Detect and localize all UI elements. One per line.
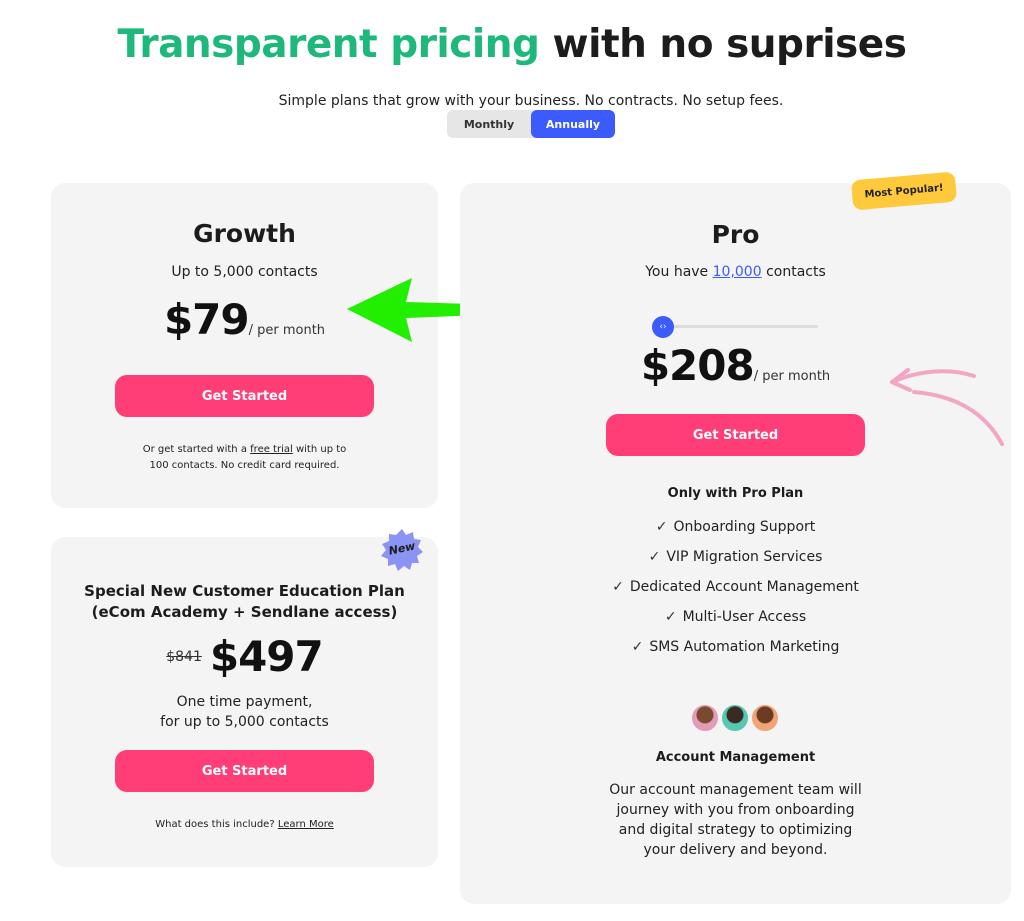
education-title-line2: (eCom Academy + Sendlane access) — [91, 603, 398, 621]
check-icon: ✓ — [664, 609, 677, 625]
growth-plan-card: Growth Up to 5,000 contacts $79/ per mon… — [51, 183, 438, 508]
feature-item: ✓ VIP Migration Services — [460, 549, 1011, 565]
pro-features-title: Only with Pro Plan — [667, 486, 804, 501]
education-desc-line1: One time payment, — [176, 694, 313, 710]
education-price: $497 — [209, 632, 324, 681]
contacts-slider-thumb[interactable]: ‹› — [652, 316, 674, 338]
education-footer-question: What does this include? — [155, 819, 275, 830]
check-icon: ✓ — [648, 549, 661, 565]
education-title-line1: Special New Customer Education Plan — [84, 582, 405, 600]
avatar — [750, 703, 780, 733]
free-trial-link[interactable]: free trial — [250, 444, 293, 455]
pro-plan-name: Pro — [711, 220, 760, 249]
billing-annually-option[interactable]: Annually — [531, 110, 615, 138]
account-management-description: Our account management team will journey… — [460, 780, 1011, 860]
slider-arrows-icon: ‹› — [659, 322, 667, 332]
pro-contacts-prefix: You have — [645, 264, 709, 280]
education-get-started-button[interactable]: Get Started — [115, 750, 374, 792]
check-icon: ✓ — [612, 579, 624, 595]
page-subtitle: Simple plans that grow with your busines… — [278, 93, 784, 109]
education-price-row: $841 $497 — [51, 632, 438, 681]
feature-label: Multi-User Access — [682, 609, 807, 625]
learn-more-link[interactable]: Learn More — [278, 819, 334, 830]
pink-arrow-annotation — [890, 368, 1004, 446]
page-title: Transparent pricing with no suprises — [0, 22, 1024, 67]
check-icon: ✓ — [655, 519, 668, 535]
account-management-title: Account Management — [655, 750, 816, 765]
growth-note-prefix: Or get started with a — [142, 444, 247, 455]
growth-plan-name: Growth — [193, 219, 296, 248]
pro-period: / per month — [753, 369, 831, 384]
education-desc-line2: for up to 5,000 contacts — [160, 714, 329, 730]
feature-item: ✓ SMS Automation Marketing — [460, 639, 1011, 655]
education-plan-title: Special New Customer Education Plan (eCo… — [51, 581, 438, 623]
feature-item: ✓ Onboarding Support — [460, 519, 1011, 535]
billing-monthly-option[interactable]: Monthly — [447, 110, 531, 138]
avatar — [720, 703, 750, 733]
growth-trial-note: Or get started with a free trial with up… — [51, 442, 438, 474]
feature-label: SMS Automation Marketing — [649, 639, 840, 655]
feature-label: Onboarding Support — [673, 519, 816, 535]
feature-label: Dedicated Account Management — [629, 579, 859, 595]
account-line: your delivery and beyond. — [643, 842, 828, 858]
growth-note-suffix: with up to — [295, 444, 347, 455]
new-badge: New — [380, 528, 424, 572]
account-line: journey with you from onboarding — [616, 802, 855, 818]
check-icon: ✓ — [631, 639, 644, 655]
education-footer: What does this include? Learn More — [51, 817, 438, 833]
pro-contacts-suffix: contacts — [766, 264, 826, 280]
growth-note-line2: 100 contacts. No credit card required. — [149, 460, 340, 471]
avatar — [690, 703, 720, 733]
pro-get-started-button[interactable]: Get Started — [606, 414, 865, 456]
education-plan-card: Special New Customer Education Plan (eCo… — [51, 537, 438, 867]
pro-plan-card: Pro You have 10,000 contacts $208/ per m… — [460, 183, 1011, 904]
growth-price: $79 — [163, 295, 250, 344]
account-line: and digital strategy to optimizing — [618, 822, 853, 838]
page-title-rest: with no suprises — [539, 22, 907, 67]
contacts-slider-track[interactable] — [663, 325, 818, 328]
pro-contacts: You have 10,000 contacts — [460, 264, 1011, 280]
feature-item: ✓ Multi-User Access — [460, 609, 1011, 625]
page-title-highlight: Transparent pricing — [117, 22, 540, 67]
education-description: One time payment, for up to 5,000 contac… — [51, 692, 438, 732]
billing-toggle[interactable]: Monthly Annually — [447, 110, 615, 138]
feature-label: VIP Migration Services — [666, 549, 823, 565]
feature-item: ✓ Dedicated Account Management — [460, 579, 1011, 595]
growth-get-started-button[interactable]: Get Started — [115, 375, 374, 417]
pro-contacts-value[interactable]: 10,000 — [713, 264, 762, 280]
account-line: Our account management team will — [609, 782, 862, 798]
education-old-price: $841 — [166, 649, 202, 665]
growth-period: / per month — [248, 323, 326, 338]
pro-price: $208 — [640, 341, 755, 390]
